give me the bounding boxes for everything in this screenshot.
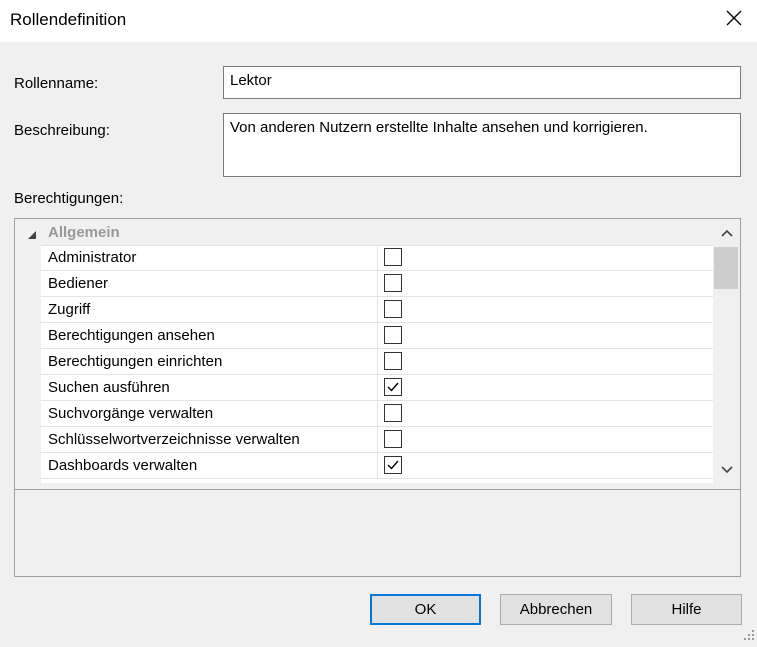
permission-row[interactable]: Zugriff <box>15 297 713 323</box>
permission-name-cell: Dashboards verwalten <box>41 453 378 479</box>
permission-checkbox[interactable] <box>384 248 402 266</box>
role-name-value: Lektor <box>230 72 272 89</box>
permission-value-cell <box>378 427 713 453</box>
permission-name-cell: Suchen ausführen <box>41 375 378 401</box>
permission-value-cell <box>378 401 713 427</box>
permission-value-cell <box>378 375 713 401</box>
collapse-triangle-icon[interactable] <box>27 227 37 244</box>
category-label: Allgemein <box>48 224 120 241</box>
permission-checkbox[interactable] <box>384 300 402 318</box>
description-value: Von anderen Nutzern erstellte Inhalte an… <box>230 119 648 136</box>
permission-label: Suchen ausführen <box>48 379 170 396</box>
permission-row[interactable]: Berechtigungen einrichten <box>15 349 713 375</box>
permission-label: Zugriff <box>48 301 91 318</box>
permission-label: Dashboards verwalten <box>48 457 198 474</box>
permission-name-cell: Berechtigungen ansehen <box>41 323 378 349</box>
permission-name-cell: Berechtigungen einrichten <box>41 349 378 375</box>
permission-name-cell: Zugriff <box>41 297 378 323</box>
close-button[interactable] <box>711 0 757 40</box>
permission-checkbox[interactable] <box>384 378 402 396</box>
category-row-allgemein[interactable]: Allgemein <box>15 219 713 246</box>
permission-value-cell <box>378 245 713 271</box>
permission-row[interactable]: Berechtigungen ansehen <box>15 323 713 349</box>
scroll-thumb[interactable] <box>714 247 738 289</box>
close-icon <box>726 10 742 30</box>
ok-button[interactable]: OK <box>370 594 481 625</box>
permission-name-cell: Schlüsselwortverzeichnisse verwalten <box>41 427 378 453</box>
permission-checkbox[interactable] <box>384 274 402 292</box>
window-title: Rollendefinition <box>10 10 127 29</box>
permission-label: Administrator <box>48 249 137 266</box>
permission-name-cell: Bediener <box>41 271 378 297</box>
permission-name-cell: Suchvorgänge verwalten <box>41 401 378 427</box>
permission-row[interactable]: Suchvorgänge verwalten <box>15 401 713 427</box>
permissions-label: Berechtigungen: <box>14 190 124 207</box>
permission-label: Schlüsselwortverzeichnisse verwalten <box>48 431 300 448</box>
permission-label: Berechtigungen ansehen <box>48 327 215 344</box>
permission-description-area <box>15 490 740 576</box>
scroll-up-button[interactable] <box>713 219 740 245</box>
permission-value-cell <box>378 323 713 349</box>
permissions-list: Allgemein Administrator Bediener Zugriff Be… <box>15 219 713 483</box>
permission-row[interactable]: Schlüsselwortverzeichnisse verwalten <box>15 427 713 453</box>
permission-checkbox[interactable] <box>384 326 402 344</box>
permission-checkbox[interactable] <box>384 404 402 422</box>
checkmark-icon <box>387 460 399 470</box>
cancel-button[interactable]: Abbrechen <box>500 594 612 625</box>
role-name-field[interactable]: Lektor <box>223 66 741 99</box>
description-field[interactable]: Von anderen Nutzern erstellte Inhalte an… <box>223 113 741 177</box>
help-button[interactable]: Hilfe <box>631 594 742 625</box>
vertical-scrollbar[interactable] <box>713 219 740 483</box>
permission-value-cell <box>378 271 713 297</box>
title-bar: Rollendefinition <box>0 0 757 42</box>
permission-checkbox[interactable] <box>384 352 402 370</box>
permission-row[interactable]: Suchen ausführen <box>15 375 713 401</box>
permissions-grid: Allgemein Administrator Bediener Zugriff Be… <box>14 218 741 577</box>
permission-checkbox[interactable] <box>384 456 402 474</box>
permission-value-cell <box>378 349 713 375</box>
scroll-down-button[interactable] <box>713 457 740 483</box>
role-name-label: Rollenname: <box>14 75 99 92</box>
permission-label: Berechtigungen einrichten <box>48 353 223 370</box>
permission-row[interactable]: Bediener <box>15 271 713 297</box>
permission-row[interactable]: Administrator <box>15 245 713 271</box>
description-label: Beschreibung: <box>14 122 110 139</box>
permission-name-cell: Administrator <box>41 245 378 271</box>
permission-value-cell <box>378 297 713 323</box>
permission-checkbox[interactable] <box>384 430 402 448</box>
permission-label: Suchvorgänge verwalten <box>48 405 214 422</box>
resize-grip-icon[interactable] <box>743 628 755 645</box>
checkmark-icon <box>387 382 399 392</box>
permission-value-cell <box>378 453 713 479</box>
permission-row[interactable]: Dashboards verwalten <box>15 453 713 479</box>
permission-label: Bediener <box>48 275 109 292</box>
